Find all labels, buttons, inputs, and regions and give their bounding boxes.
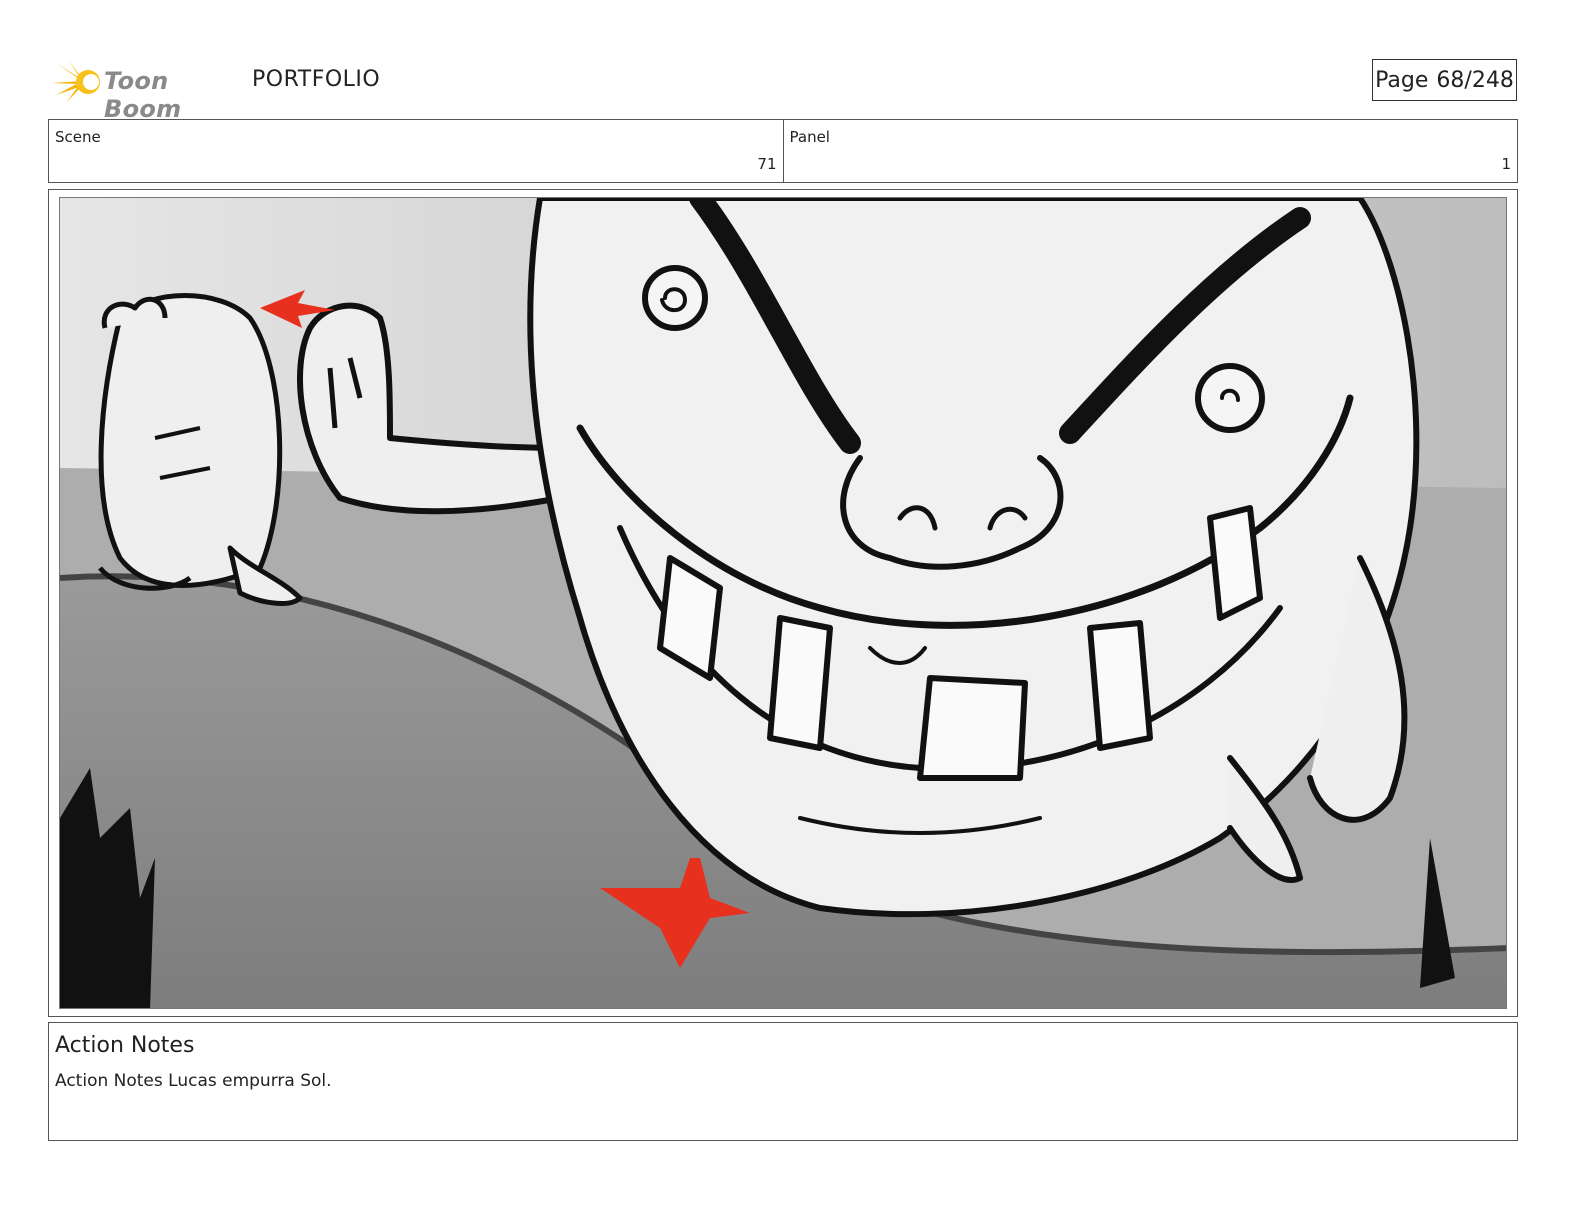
logo-text: Toon Boom: [104, 67, 182, 123]
starburst-icon: [52, 59, 100, 103]
page-number: 68/248: [1436, 67, 1514, 93]
toon-boom-logo: Toon Boom: [52, 57, 242, 123]
page-label: Page: [1375, 67, 1429, 93]
scene-panel-info: Scene 71 Panel 1: [48, 119, 1518, 183]
panel-value: 1: [1501, 155, 1511, 173]
section-title: PORTFOLIO: [252, 67, 381, 92]
scene-label: Scene: [55, 128, 101, 146]
action-notes-title: Action Notes: [55, 1033, 195, 1058]
page-indicator: Page 68/248: [1372, 59, 1517, 101]
action-notes: Action Notes Action Notes Lucas empurra …: [48, 1022, 1518, 1141]
panel-cell: Panel 1: [782, 120, 1518, 182]
panel-label: Panel: [789, 128, 830, 146]
scene-cell: Scene 71: [49, 120, 783, 182]
storyboard-drawing: [59, 197, 1507, 1009]
action-notes-text: Action Notes Lucas empurra Sol.: [55, 1071, 332, 1091]
scene-value: 71: [757, 155, 777, 173]
storyboard-panel: [48, 189, 1518, 1017]
page-header: Toon Boom PORTFOLIO Page 68/248: [52, 55, 1532, 123]
